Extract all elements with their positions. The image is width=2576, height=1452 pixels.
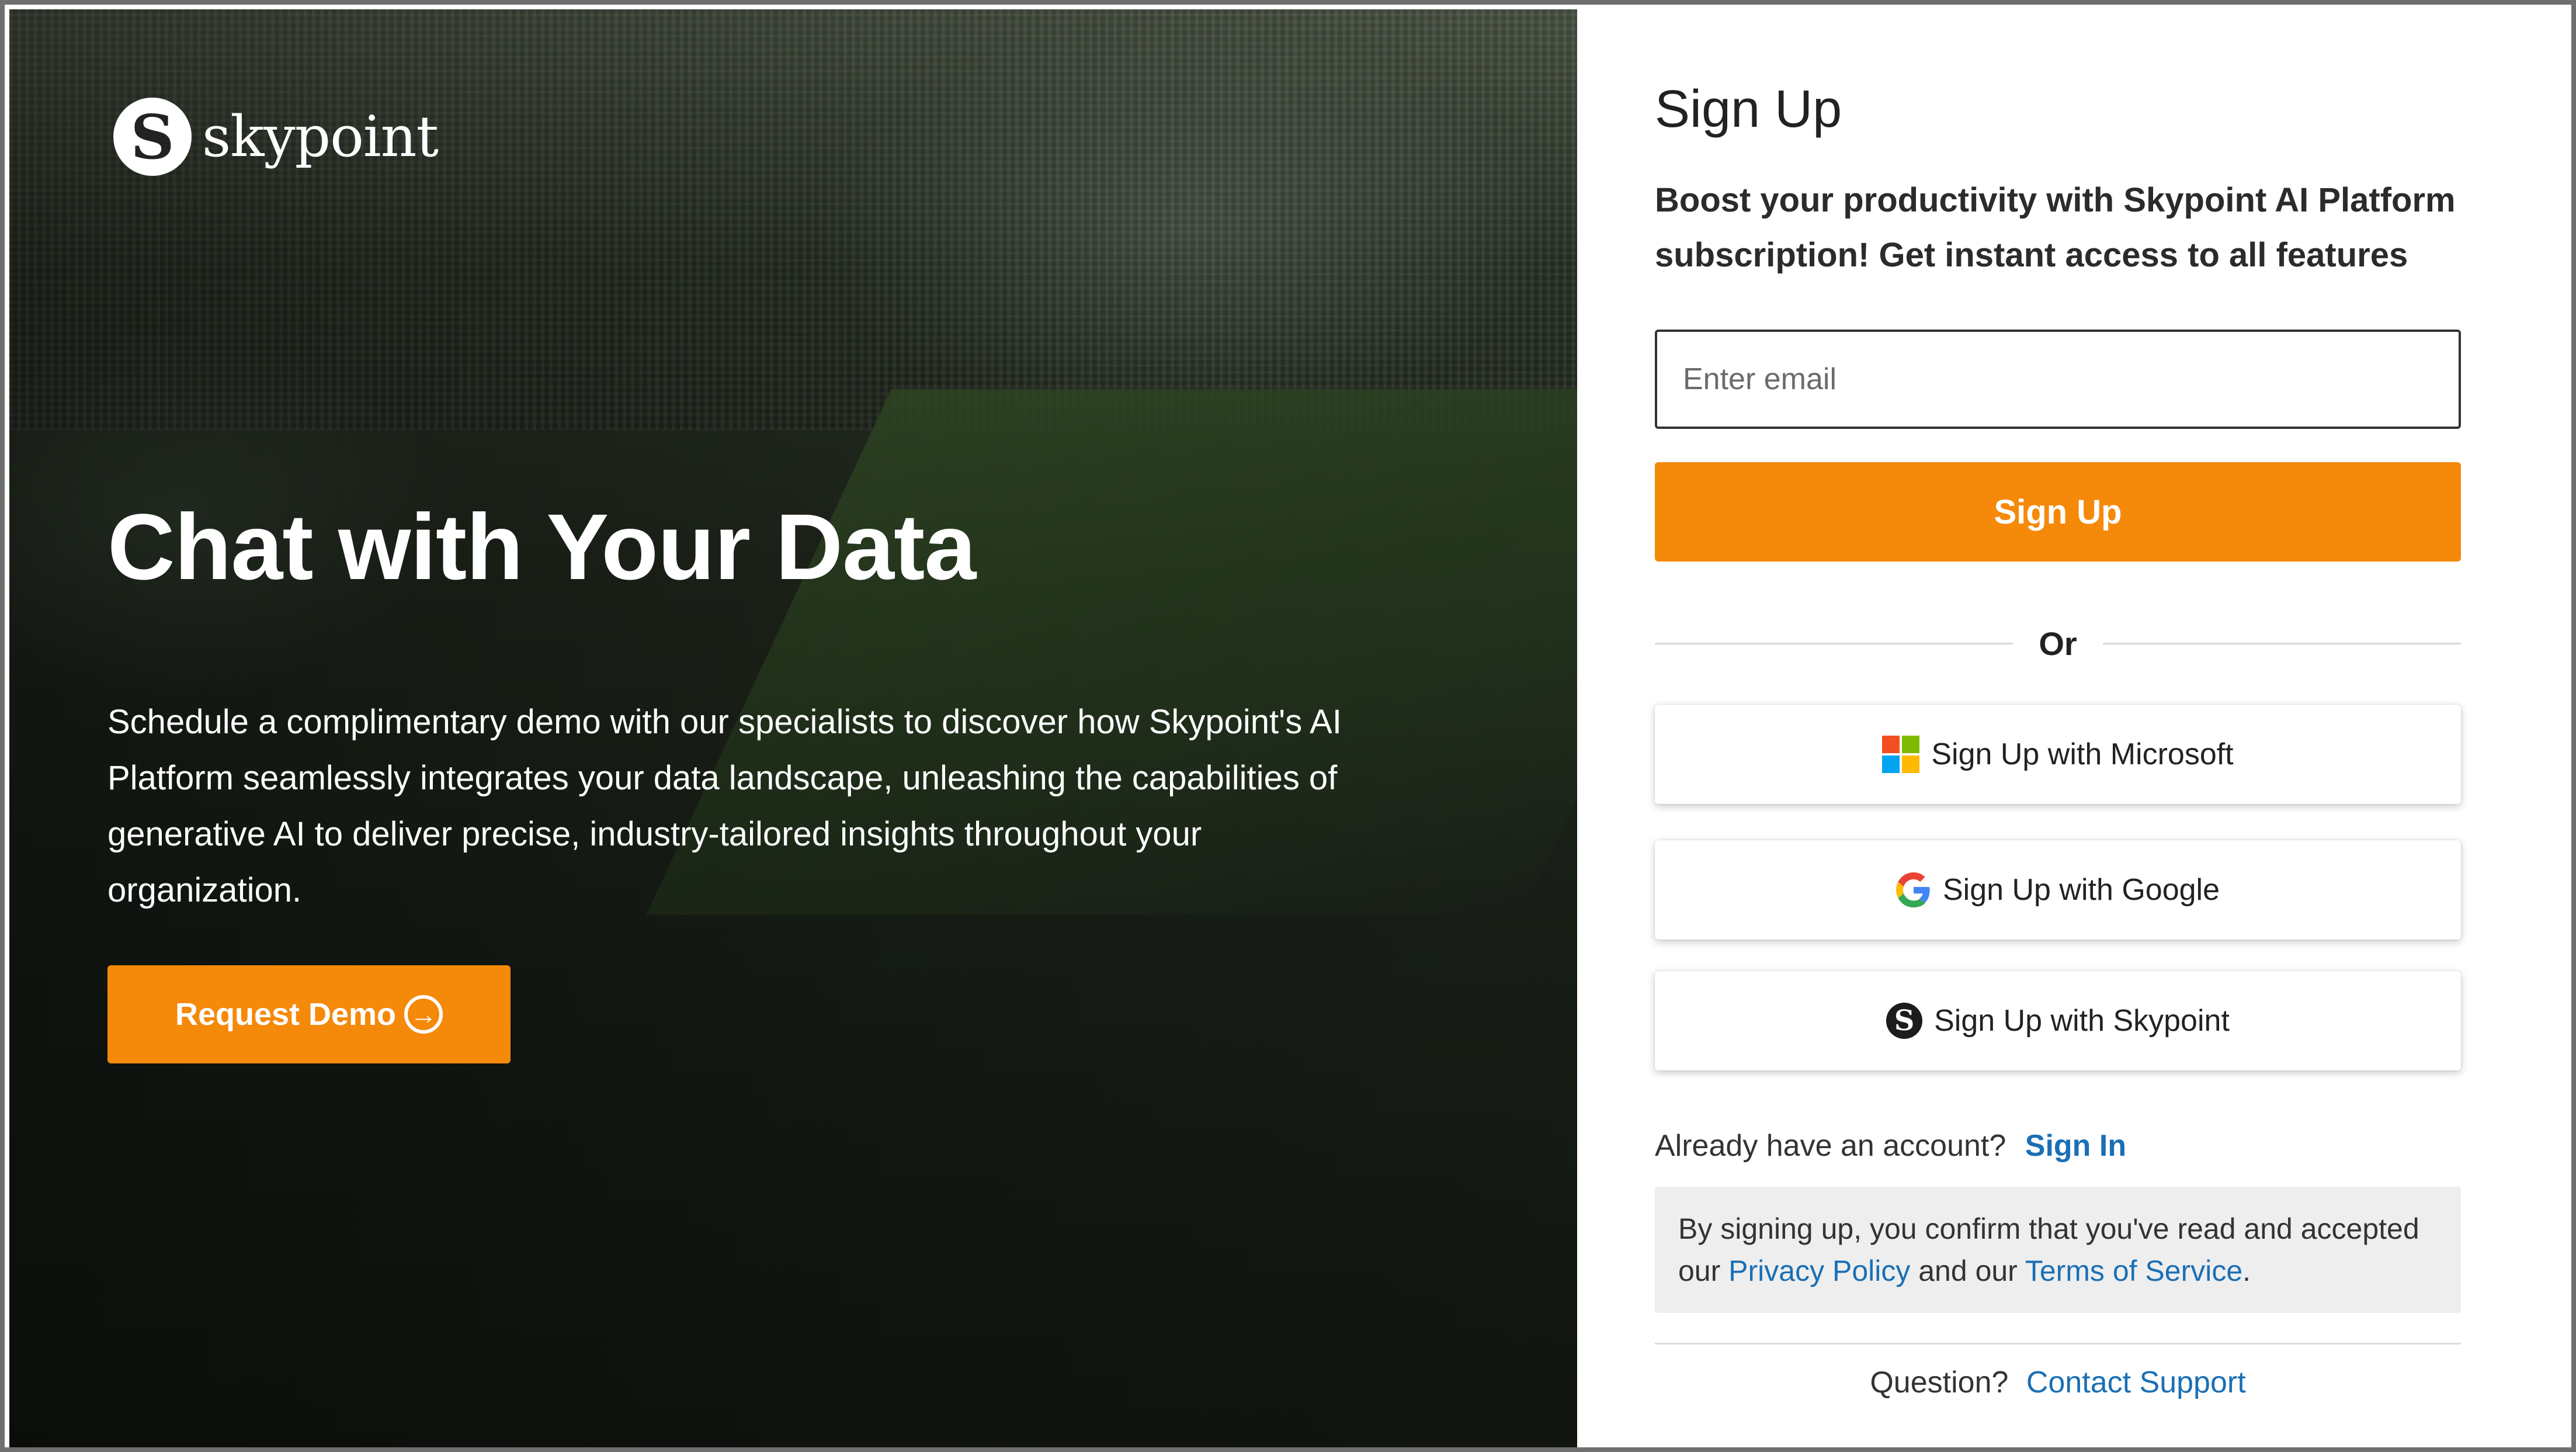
- divider-line-right: [2102, 642, 2462, 644]
- signup-skypoint-label: Sign Up with Skypoint: [1934, 1004, 2230, 1038]
- sign-in-link[interactable]: Sign In: [2025, 1129, 2126, 1163]
- terms-suffix: .: [2242, 1255, 2251, 1287]
- microsoft-icon: [1882, 736, 1920, 773]
- terms-of-service-link[interactable]: Terms of Service: [2025, 1255, 2242, 1287]
- signup-button[interactable]: Sign Up: [1655, 462, 2461, 562]
- already-have-account: Already have an account? Sign In: [1655, 1128, 2126, 1163]
- hero-title: Chat with Your Data: [107, 494, 976, 599]
- or-divider: Or: [1655, 620, 2462, 667]
- signup-panel: Sign Up Boost your productivity with Sky…: [1577, 9, 2571, 1447]
- skypoint-logo-text: skypoint: [202, 104, 439, 169]
- contact-support-link[interactable]: Contact Support: [2026, 1366, 2246, 1399]
- signup-google-label: Sign Up with Google: [1942, 873, 2220, 907]
- skypoint-logo: S skypoint: [113, 96, 439, 178]
- or-label: Or: [2039, 625, 2077, 662]
- skypoint-icon: S: [1886, 1003, 1923, 1039]
- skypoint-logo-icon: S: [113, 98, 192, 176]
- already-text: Already have an account?: [1655, 1129, 2006, 1163]
- signup-title: Sign Up: [1655, 80, 1842, 138]
- google-icon: [1895, 872, 1930, 907]
- request-demo-label: Request Demo: [175, 997, 397, 1032]
- support-row: Question? Contact Support: [1655, 1365, 2461, 1400]
- footer-divider: [1655, 1343, 2461, 1344]
- arrow-circle-right-icon: →: [404, 995, 443, 1034]
- terms-middle: and our: [1910, 1255, 2025, 1287]
- privacy-policy-link[interactable]: Privacy Policy: [1728, 1255, 1910, 1287]
- signup-microsoft-button[interactable]: Sign Up with Microsoft: [1655, 705, 2461, 804]
- request-demo-button[interactable]: Request Demo →: [107, 965, 511, 1063]
- divider-line-left: [1655, 642, 2013, 644]
- question-text: Question?: [1870, 1366, 2009, 1399]
- email-input[interactable]: [1655, 330, 2461, 429]
- hero-section: S skypoint Chat with Your Data Schedule …: [9, 9, 1577, 1447]
- signup-microsoft-label: Sign Up with Microsoft: [1931, 737, 2234, 771]
- page-frame: S skypoint Chat with Your Data Schedule …: [0, 0, 2576, 1452]
- signup-skypoint-button[interactable]: S Sign Up with Skypoint: [1655, 971, 2461, 1070]
- terms-notice: By signing up, you confirm that you've r…: [1655, 1187, 2461, 1313]
- signup-google-button[interactable]: Sign Up with Google: [1655, 840, 2461, 940]
- hero-description: Schedule a complimentary demo with our s…: [107, 703, 1342, 909]
- signup-subtitle: Boost your productivity with Skypoint AI…: [1655, 181, 2456, 274]
